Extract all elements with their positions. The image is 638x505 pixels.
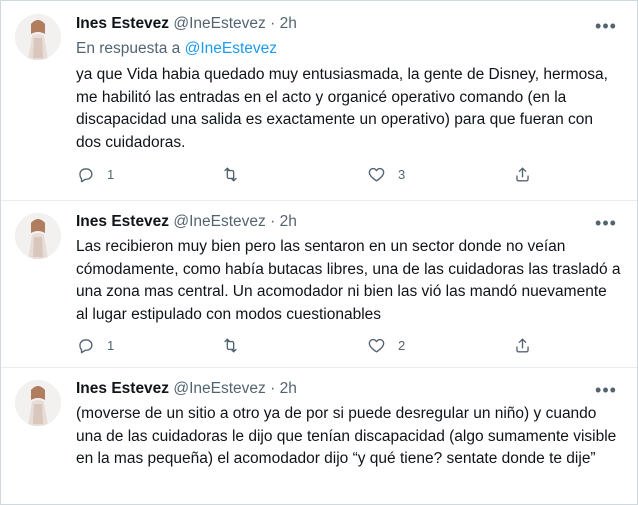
share-icon [516,337,529,353]
avatar-photo [15,213,61,259]
reply-count: 1 [107,166,115,182]
retweet-icon [224,337,237,353]
tweet-2[interactable]: Ines Estevez @IneEstevez · 2h ••• Las re… [1,201,637,371]
more-dots-icon[interactable]: ••• [595,381,617,399]
author-handle[interactable]: @IneEstevez [173,213,265,230]
share-icon [516,166,529,182]
reply-count: 1 [107,337,115,353]
timestamp[interactable]: 2h [280,380,297,397]
heart-icon [368,167,385,182]
separator-dot: · [270,213,276,230]
tweet-3[interactable]: Ines Estevez @IneEstevez · 2h ••• (mover… [1,368,637,504]
author-name[interactable]: Ines Estevez [76,380,169,397]
reply-button[interactable]: 1 [76,164,114,184]
tweet-header: Ines Estevez @IneEstevez · 2h [76,380,297,398]
like-button[interactable]: 2 [367,335,405,355]
reply-button[interactable]: 1 [76,335,114,355]
like-button[interactable]: 3 [367,164,405,184]
share-button[interactable] [513,164,532,184]
avatar[interactable] [15,213,61,259]
reply-bubble-icon [79,338,93,353]
tweet-header: Ines Estevez @IneEstevez · 2h [76,213,297,231]
separator-dot: · [270,15,276,32]
timestamp[interactable]: 2h [280,213,297,230]
avatar-photo [15,14,61,60]
tweet-actions: 1 3 [76,164,536,184]
tweet-1[interactable]: Ines Estevez @IneEstevez · 2h ••• En res… [1,1,637,200]
author-name[interactable]: Ines Estevez [76,213,169,230]
author-handle[interactable]: @IneEstevez [173,15,265,32]
more-dots-icon[interactable]: ••• [595,17,617,35]
tweet-actions: 1 2 [76,335,536,355]
avatar[interactable] [15,14,61,60]
heart-icon [368,338,385,353]
share-button[interactable] [513,335,532,355]
reply-context: En respuesta a @IneEstevez [76,40,277,58]
tweet-text: Las recibieron muy bien pero las sentaro… [76,238,621,323]
author-name[interactable]: Ines Estevez [76,15,169,32]
like-count: 3 [398,166,406,182]
tweet-thread: Ines Estevez @IneEstevez · 2h ••• En res… [0,0,638,505]
avatar-photo [15,380,61,426]
timestamp[interactable]: 2h [280,15,297,32]
separator-dot: · [270,380,276,397]
avatar[interactable] [15,380,61,426]
tweet-text: ya que Vida habia quedado muy entusiasma… [76,66,608,151]
author-handle[interactable]: @IneEstevez [173,380,265,397]
tweet-header: Ines Estevez @IneEstevez · 2h [76,15,297,33]
tweet-text: (moverse de un sitio a otro ya de por si… [76,405,617,468]
reply-bubble-icon [79,167,93,182]
reply-prefix: En respuesta a [76,40,181,57]
retweet-button[interactable] [221,335,252,355]
retweet-button[interactable] [221,164,252,184]
like-count: 2 [398,337,406,353]
more-dots-icon[interactable]: ••• [595,214,617,232]
reply-to-link[interactable]: @IneEstevez [185,40,277,57]
retweet-icon [224,166,237,182]
